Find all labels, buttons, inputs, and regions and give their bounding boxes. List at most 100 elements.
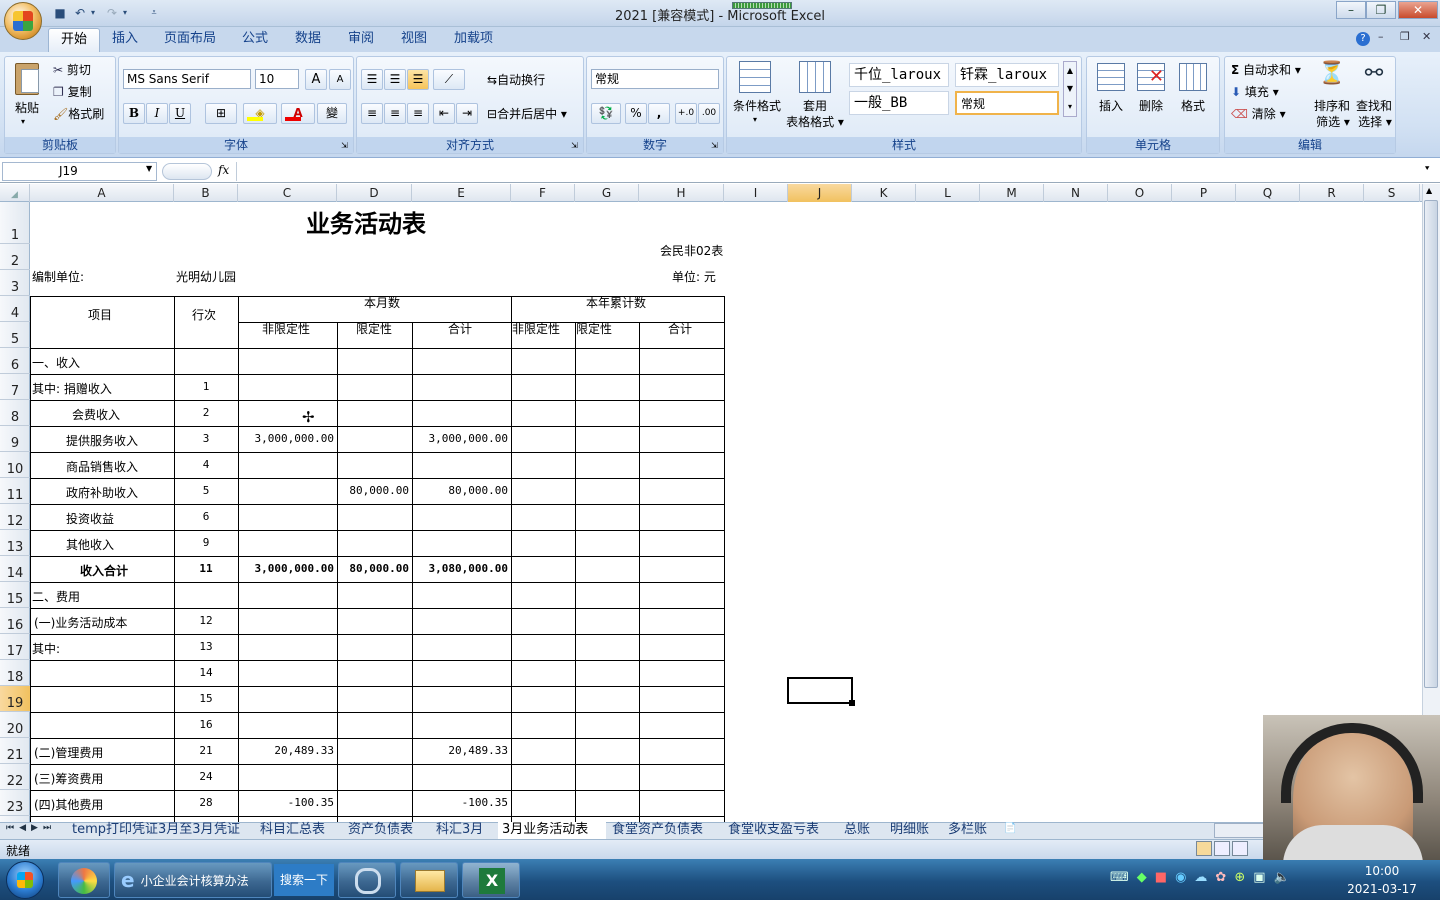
tray-app-icon-1[interactable]: ◆ (1137, 870, 1147, 885)
row-header-8[interactable]: 8 (0, 400, 30, 426)
name-box-dropdown-icon[interactable]: ▼ (146, 164, 152, 173)
formula-input[interactable] (236, 162, 1420, 181)
office-button[interactable] (4, 2, 42, 40)
row-header-12[interactable]: 12 (0, 504, 30, 530)
select-all-corner[interactable]: ◢ (0, 184, 30, 202)
help-icon[interactable]: ? (1356, 32, 1370, 46)
italic-button[interactable]: I (146, 103, 168, 124)
column-header-d[interactable]: D (337, 184, 412, 202)
increase-indent-button[interactable]: ⇥ (456, 103, 478, 124)
horizontal-scroll-thumb[interactable] (1214, 823, 1264, 838)
borders-button[interactable]: ⊞ (205, 103, 237, 124)
restore-button[interactable]: ❐ (1366, 1, 1396, 19)
grow-font-button[interactable]: A (305, 69, 327, 90)
style-normal[interactable]: 常规 (955, 91, 1059, 115)
style-general-bb[interactable]: 一般_BB (849, 91, 949, 115)
tray-app-icon-2[interactable]: ■ (1155, 870, 1167, 885)
volume-icon[interactable]: 🔈 (1274, 870, 1290, 885)
close-button[interactable]: ✕ (1398, 1, 1438, 19)
delete-cells-button[interactable]: 删除 (1131, 97, 1171, 114)
tab-insert[interactable]: 插入 (100, 28, 150, 52)
font-color-button[interactable]: A (281, 103, 315, 124)
style-thousands[interactable]: 千位_laroux (849, 63, 949, 87)
tray-app-icon-6[interactable]: ⊕ (1234, 870, 1245, 885)
sheet-tab[interactable]: 食堂收支盈亏表 (724, 822, 838, 839)
tab-formulas[interactable]: 公式 (230, 28, 280, 52)
autosum-button[interactable]: Σ 自动求和 ▾ (1231, 61, 1301, 78)
number-format-combo[interactable]: 常规 (591, 69, 719, 89)
find-select-button[interactable]: 选择 ▾ (1351, 113, 1399, 130)
taskbar-search-button[interactable]: 搜索一下 (274, 864, 334, 896)
font-name-combo[interactable]: MS Sans Serif (123, 69, 251, 89)
taskbar-app-1[interactable] (58, 862, 110, 898)
ribbon-minimize-icon[interactable]: – (1378, 30, 1384, 43)
column-header-f[interactable]: F (511, 184, 575, 202)
decrease-indent-button[interactable]: ⇤ (433, 103, 455, 124)
style-qianlin[interactable]: 钎霖_laroux (955, 63, 1059, 87)
accounting-format-button[interactable]: 💱 (591, 103, 621, 124)
column-header-a[interactable]: A (30, 184, 174, 202)
taskbar-app-3[interactable] (338, 862, 396, 898)
tab-page-layout[interactable]: 页面布局 (152, 28, 228, 52)
column-header-g[interactable]: G (575, 184, 639, 202)
number-dialog-launcher-icon[interactable]: ⇲ (711, 141, 718, 150)
row-header-21[interactable]: 21 (0, 738, 30, 764)
fill-handle[interactable] (849, 700, 855, 706)
column-header-o[interactable]: O (1108, 184, 1172, 202)
formula-bar-handle[interactable] (162, 163, 212, 180)
clear-button[interactable]: ⌫ 清除 ▾ (1231, 105, 1286, 122)
vertical-scroll-thumb[interactable] (1424, 200, 1438, 688)
copy-button[interactable]: ❐ 复制 (53, 83, 92, 100)
sheet-nav-arrows[interactable]: ⏮◀▶⏭ (6, 823, 56, 833)
column-header-i[interactable]: I (724, 184, 788, 202)
tab-view[interactable]: 视图 (389, 28, 439, 52)
paste-dropdown-icon[interactable]: ▾ (21, 117, 25, 126)
insert-function-button[interactable]: fx (218, 163, 229, 177)
sheet-tab[interactable]: temp打印凭证3月至3月 (68, 822, 214, 839)
format-painter-button[interactable]: 🖌格式刷 (53, 105, 104, 122)
column-header-r[interactable]: R (1300, 184, 1364, 202)
fill-button[interactable]: ⬇ 填充 ▾ (1231, 83, 1279, 100)
tab-addins[interactable]: 加载项 (442, 28, 505, 52)
row-header-4[interactable]: 4 (0, 296, 30, 322)
worksheet-grid[interactable]: 业务活动表 会民非02表 编制单位: 光明幼儿园 单位: 元 项目 行次 本月数… (30, 202, 1422, 822)
tray-app-icon-3[interactable]: ◉ (1175, 870, 1186, 885)
column-header-b[interactable]: B (174, 184, 238, 202)
scroll-up-arrow-icon[interactable]: ▲ (1426, 186, 1432, 195)
sort-filter-button[interactable]: 筛选 ▾ (1309, 113, 1357, 130)
row-header-6[interactable]: 6 (0, 348, 30, 374)
align-left-button[interactable]: ≡ (361, 103, 383, 124)
conditional-format-dropdown-icon[interactable]: ▾ (753, 115, 757, 124)
keyboard-icon[interactable]: ⌨ (1110, 870, 1129, 885)
normal-view-button[interactable] (1196, 841, 1212, 856)
sheet-tab[interactable]: 多栏账 (944, 822, 1004, 839)
row-header-23[interactable]: 23 (0, 790, 30, 816)
insert-cells-button[interactable]: 插入 (1091, 97, 1131, 114)
column-header-q[interactable]: Q (1236, 184, 1300, 202)
column-header-s[interactable]: S (1364, 184, 1420, 202)
network-icon[interactable]: ▣ (1253, 870, 1265, 885)
column-header-m[interactable]: M (980, 184, 1044, 202)
sheet-tab[interactable]: 总账 (840, 822, 884, 839)
conditional-format-button[interactable]: 条件格式 (731, 97, 783, 114)
tray-app-icon-5[interactable]: ✿ (1215, 870, 1226, 885)
minimize-button[interactable]: – (1336, 1, 1366, 19)
expand-formula-bar-icon[interactable]: ⯆ (1424, 164, 1430, 174)
underline-button[interactable]: U (169, 103, 191, 124)
row-header-15[interactable]: 15 (0, 582, 30, 608)
orientation-button[interactable]: ⟋ (433, 69, 465, 90)
row-header-20[interactable]: 20 (0, 712, 30, 738)
column-header-l[interactable]: L (916, 184, 980, 202)
tab-home[interactable]: 开始 (48, 28, 101, 52)
align-right-button[interactable]: ≡ (407, 103, 429, 124)
cut-button[interactable]: ✂ 剪切 (53, 61, 91, 78)
page-layout-view-button[interactable] (1214, 841, 1230, 856)
page-break-view-button[interactable] (1232, 841, 1248, 856)
sheet-tab[interactable]: 科目汇总表 (256, 822, 342, 839)
font-size-combo[interactable]: 10 (255, 69, 299, 89)
column-header-n[interactable]: N (1044, 184, 1108, 202)
tab-review[interactable]: 审阅 (336, 28, 386, 52)
tray-app-icon-4[interactable]: ☁ (1194, 870, 1207, 885)
bold-button[interactable]: B (123, 103, 145, 124)
column-header-k[interactable]: K (852, 184, 916, 202)
